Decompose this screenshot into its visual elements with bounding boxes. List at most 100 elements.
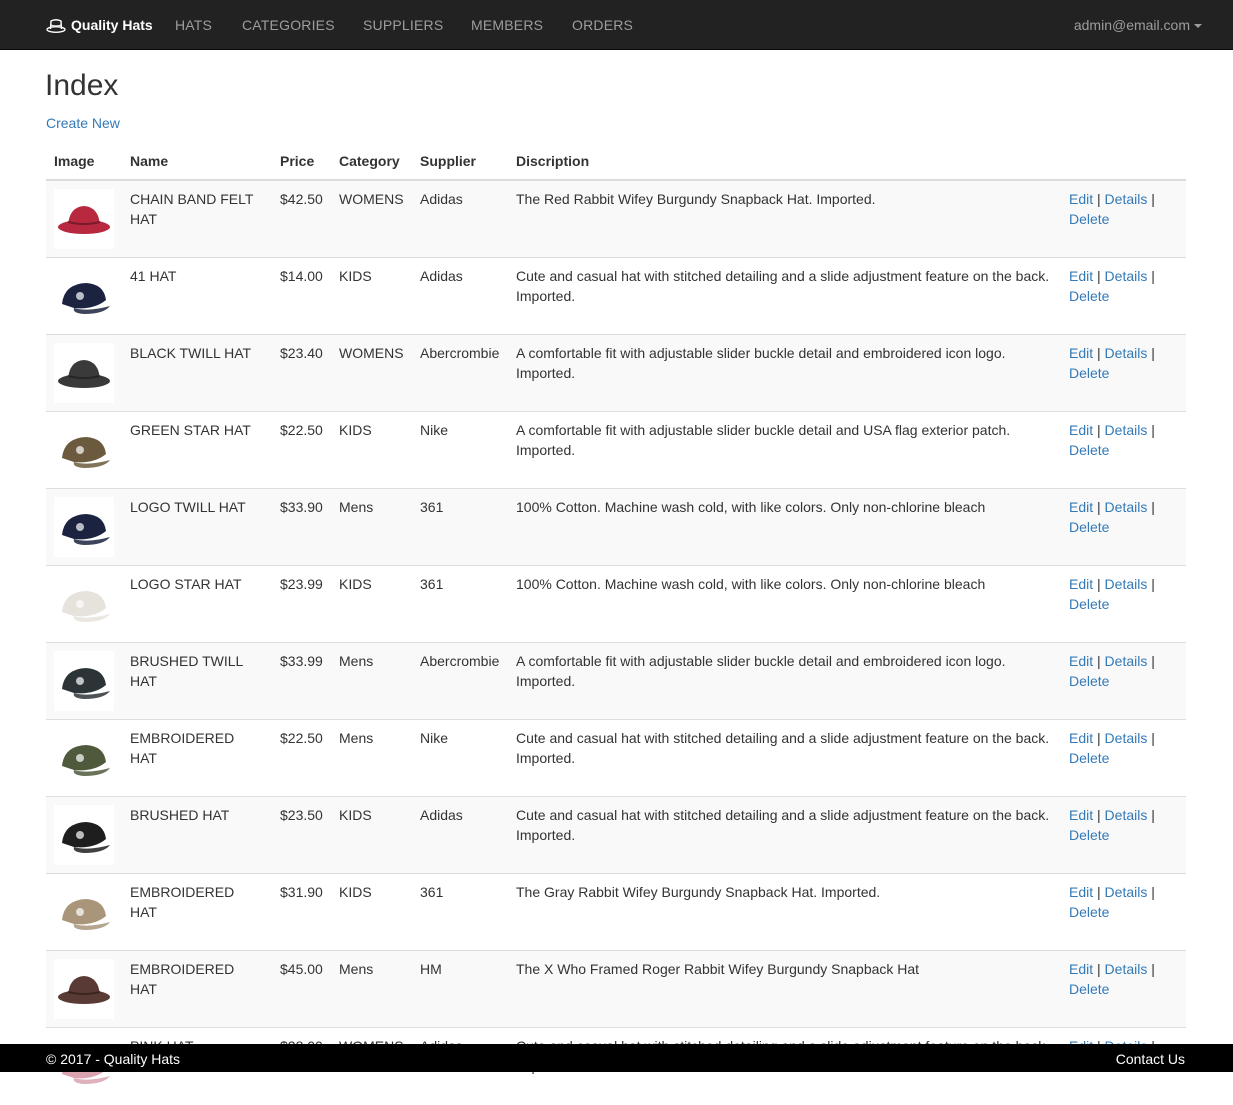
delete-link[interactable]: Delete	[1069, 596, 1109, 612]
delete-link[interactable]: Delete	[1069, 750, 1109, 766]
action-separator: |	[1097, 807, 1101, 823]
table-row: BRUSHED TWILL HAT $33.99 Mens Abercrombie A …	[46, 642, 1186, 720]
action-separator: |	[1151, 961, 1155, 977]
red-bucket-hat-thumbnail	[54, 189, 114, 249]
nav-members[interactable]: MEMBERS	[471, 15, 543, 35]
edit-link[interactable]: Edit	[1069, 961, 1093, 977]
brown-fedora-hat-thumbnail	[54, 959, 114, 1019]
edit-link[interactable]: Edit	[1069, 884, 1093, 900]
delete-link[interactable]: Delete	[1069, 211, 1109, 227]
cell-supplier: 361	[412, 565, 508, 643]
cell-image	[46, 719, 122, 797]
delete-link[interactable]: Delete	[1069, 519, 1109, 535]
delete-link[interactable]: Delete	[1069, 981, 1109, 997]
contact-us-link[interactable]: Contact Us	[1116, 1049, 1185, 1069]
action-separator: |	[1151, 576, 1155, 592]
cell-category: Mens	[331, 719, 412, 797]
delete-link[interactable]: Delete	[1069, 442, 1109, 458]
edit-link[interactable]: Edit	[1069, 422, 1093, 438]
table-row: BRUSHED HAT $23.50 KIDS Adidas Cute and casu…	[46, 796, 1186, 874]
header-category: Category	[331, 141, 412, 181]
cell-name: BLACK TWILL HAT	[122, 334, 272, 412]
cell-actions: Edit | Details | Delete	[1061, 334, 1186, 412]
details-link[interactable]: Details	[1105, 884, 1148, 900]
cell-image	[46, 565, 122, 643]
action-separator: |	[1151, 191, 1155, 207]
header-name: Name	[122, 141, 272, 181]
edit-link[interactable]: Edit	[1069, 576, 1093, 592]
details-link[interactable]: Details	[1105, 961, 1148, 977]
details-link[interactable]: Details	[1105, 807, 1148, 823]
footer-copyright: © 2017 - Quality Hats	[46, 1051, 181, 1067]
details-link[interactable]: Details	[1105, 191, 1148, 207]
user-menu-dropdown[interactable]: admin@email.com	[1074, 15, 1202, 35]
white-baseball-cap-thumbnail	[54, 574, 114, 634]
cell-category: Mens	[331, 488, 412, 566]
cell-description: A comfortable fit with adjustable slider…	[508, 411, 1061, 489]
cell-description: The Red Rabbit Wifey Burgundy Snapback H…	[508, 179, 1061, 258]
action-separator: |	[1097, 422, 1101, 438]
action-separator: |	[1151, 653, 1155, 669]
edit-link[interactable]: Edit	[1069, 191, 1093, 207]
table-row: LOGO TWILL HAT $33.90 Mens 361 100% Cotton. …	[46, 488, 1186, 566]
top-navbar: Quality Hats HATS CATEGORIES SUPPLIERS M…	[0, 0, 1233, 50]
create-new-link[interactable]: Create New	[46, 113, 120, 133]
header-description: Discription	[508, 141, 1061, 181]
details-link[interactable]: Details	[1105, 499, 1148, 515]
cell-image	[46, 642, 122, 720]
cell-price: $45.00	[272, 950, 331, 1028]
cell-name: EMBROIDERED HAT	[122, 719, 272, 797]
details-link[interactable]: Details	[1105, 345, 1148, 361]
cell-name: LOGO TWILL HAT	[122, 488, 272, 566]
edit-link[interactable]: Edit	[1069, 499, 1093, 515]
cell-description: The Gray Rabbit Wifey Burgundy Snapback …	[508, 873, 1061, 951]
nav-hats[interactable]: HATS	[175, 15, 212, 35]
action-separator: |	[1097, 499, 1101, 515]
cell-supplier: Adidas	[412, 179, 508, 258]
cell-category: KIDS	[331, 565, 412, 643]
delete-link[interactable]: Delete	[1069, 904, 1109, 920]
edit-link[interactable]: Edit	[1069, 653, 1093, 669]
table-row: EMBROIDERED HAT $45.00 Mens HM The X Who Fra…	[46, 950, 1186, 1028]
table-row: CHAIN BAND FELT HAT $42.50 WOMENS Adidas The…	[46, 179, 1186, 258]
action-separator: |	[1097, 191, 1101, 207]
edit-link[interactable]: Edit	[1069, 345, 1093, 361]
header-supplier: Supplier	[412, 141, 508, 181]
action-separator: |	[1097, 884, 1101, 900]
cell-image	[46, 873, 122, 951]
nav-suppliers[interactable]: SUPPLIERS	[363, 15, 443, 35]
cell-image	[46, 411, 122, 489]
edit-link[interactable]: Edit	[1069, 268, 1093, 284]
details-link[interactable]: Details	[1105, 653, 1148, 669]
details-link[interactable]: Details	[1105, 576, 1148, 592]
navy-baseball-cap-thumbnail	[54, 497, 114, 557]
cell-actions: Edit | Details | Delete	[1061, 796, 1186, 874]
delete-link[interactable]: Delete	[1069, 365, 1109, 381]
action-separator: |	[1151, 807, 1155, 823]
cell-category: KIDS	[331, 873, 412, 951]
user-email: admin@email.com	[1073, 17, 1190, 33]
black-bucket-hat-thumbnail	[54, 343, 114, 403]
nav-orders[interactable]: ORDERS	[572, 15, 633, 35]
cell-category: WOMENS	[331, 179, 412, 258]
action-separator: |	[1097, 345, 1101, 361]
cell-actions: Edit | Details | Delete	[1061, 950, 1186, 1028]
cell-actions: Edit | Details | Delete	[1061, 719, 1186, 797]
delete-link[interactable]: Delete	[1069, 288, 1109, 304]
details-link[interactable]: Details	[1105, 730, 1148, 746]
edit-link[interactable]: Edit	[1069, 807, 1093, 823]
cell-image	[46, 488, 122, 566]
edit-link[interactable]: Edit	[1069, 730, 1093, 746]
delete-link[interactable]: Delete	[1069, 827, 1109, 843]
details-link[interactable]: Details	[1105, 268, 1148, 284]
details-link[interactable]: Details	[1105, 422, 1148, 438]
cell-image	[46, 796, 122, 874]
brand-link[interactable]: Quality Hats	[46, 15, 153, 35]
delete-link[interactable]: Delete	[1069, 673, 1109, 689]
nav-categories[interactable]: CATEGORIES	[242, 15, 335, 35]
table-row: EMBROIDERED HAT $31.90 KIDS 361 The Gray Rab…	[46, 873, 1186, 951]
cell-supplier: Abercrombie	[412, 334, 508, 412]
table-row: BLACK TWILL HAT $23.40 WOMENS Abercrombie A …	[46, 334, 1186, 412]
cell-actions: Edit | Details | Delete	[1061, 565, 1186, 643]
cell-actions: Edit | Details | Delete	[1061, 488, 1186, 566]
